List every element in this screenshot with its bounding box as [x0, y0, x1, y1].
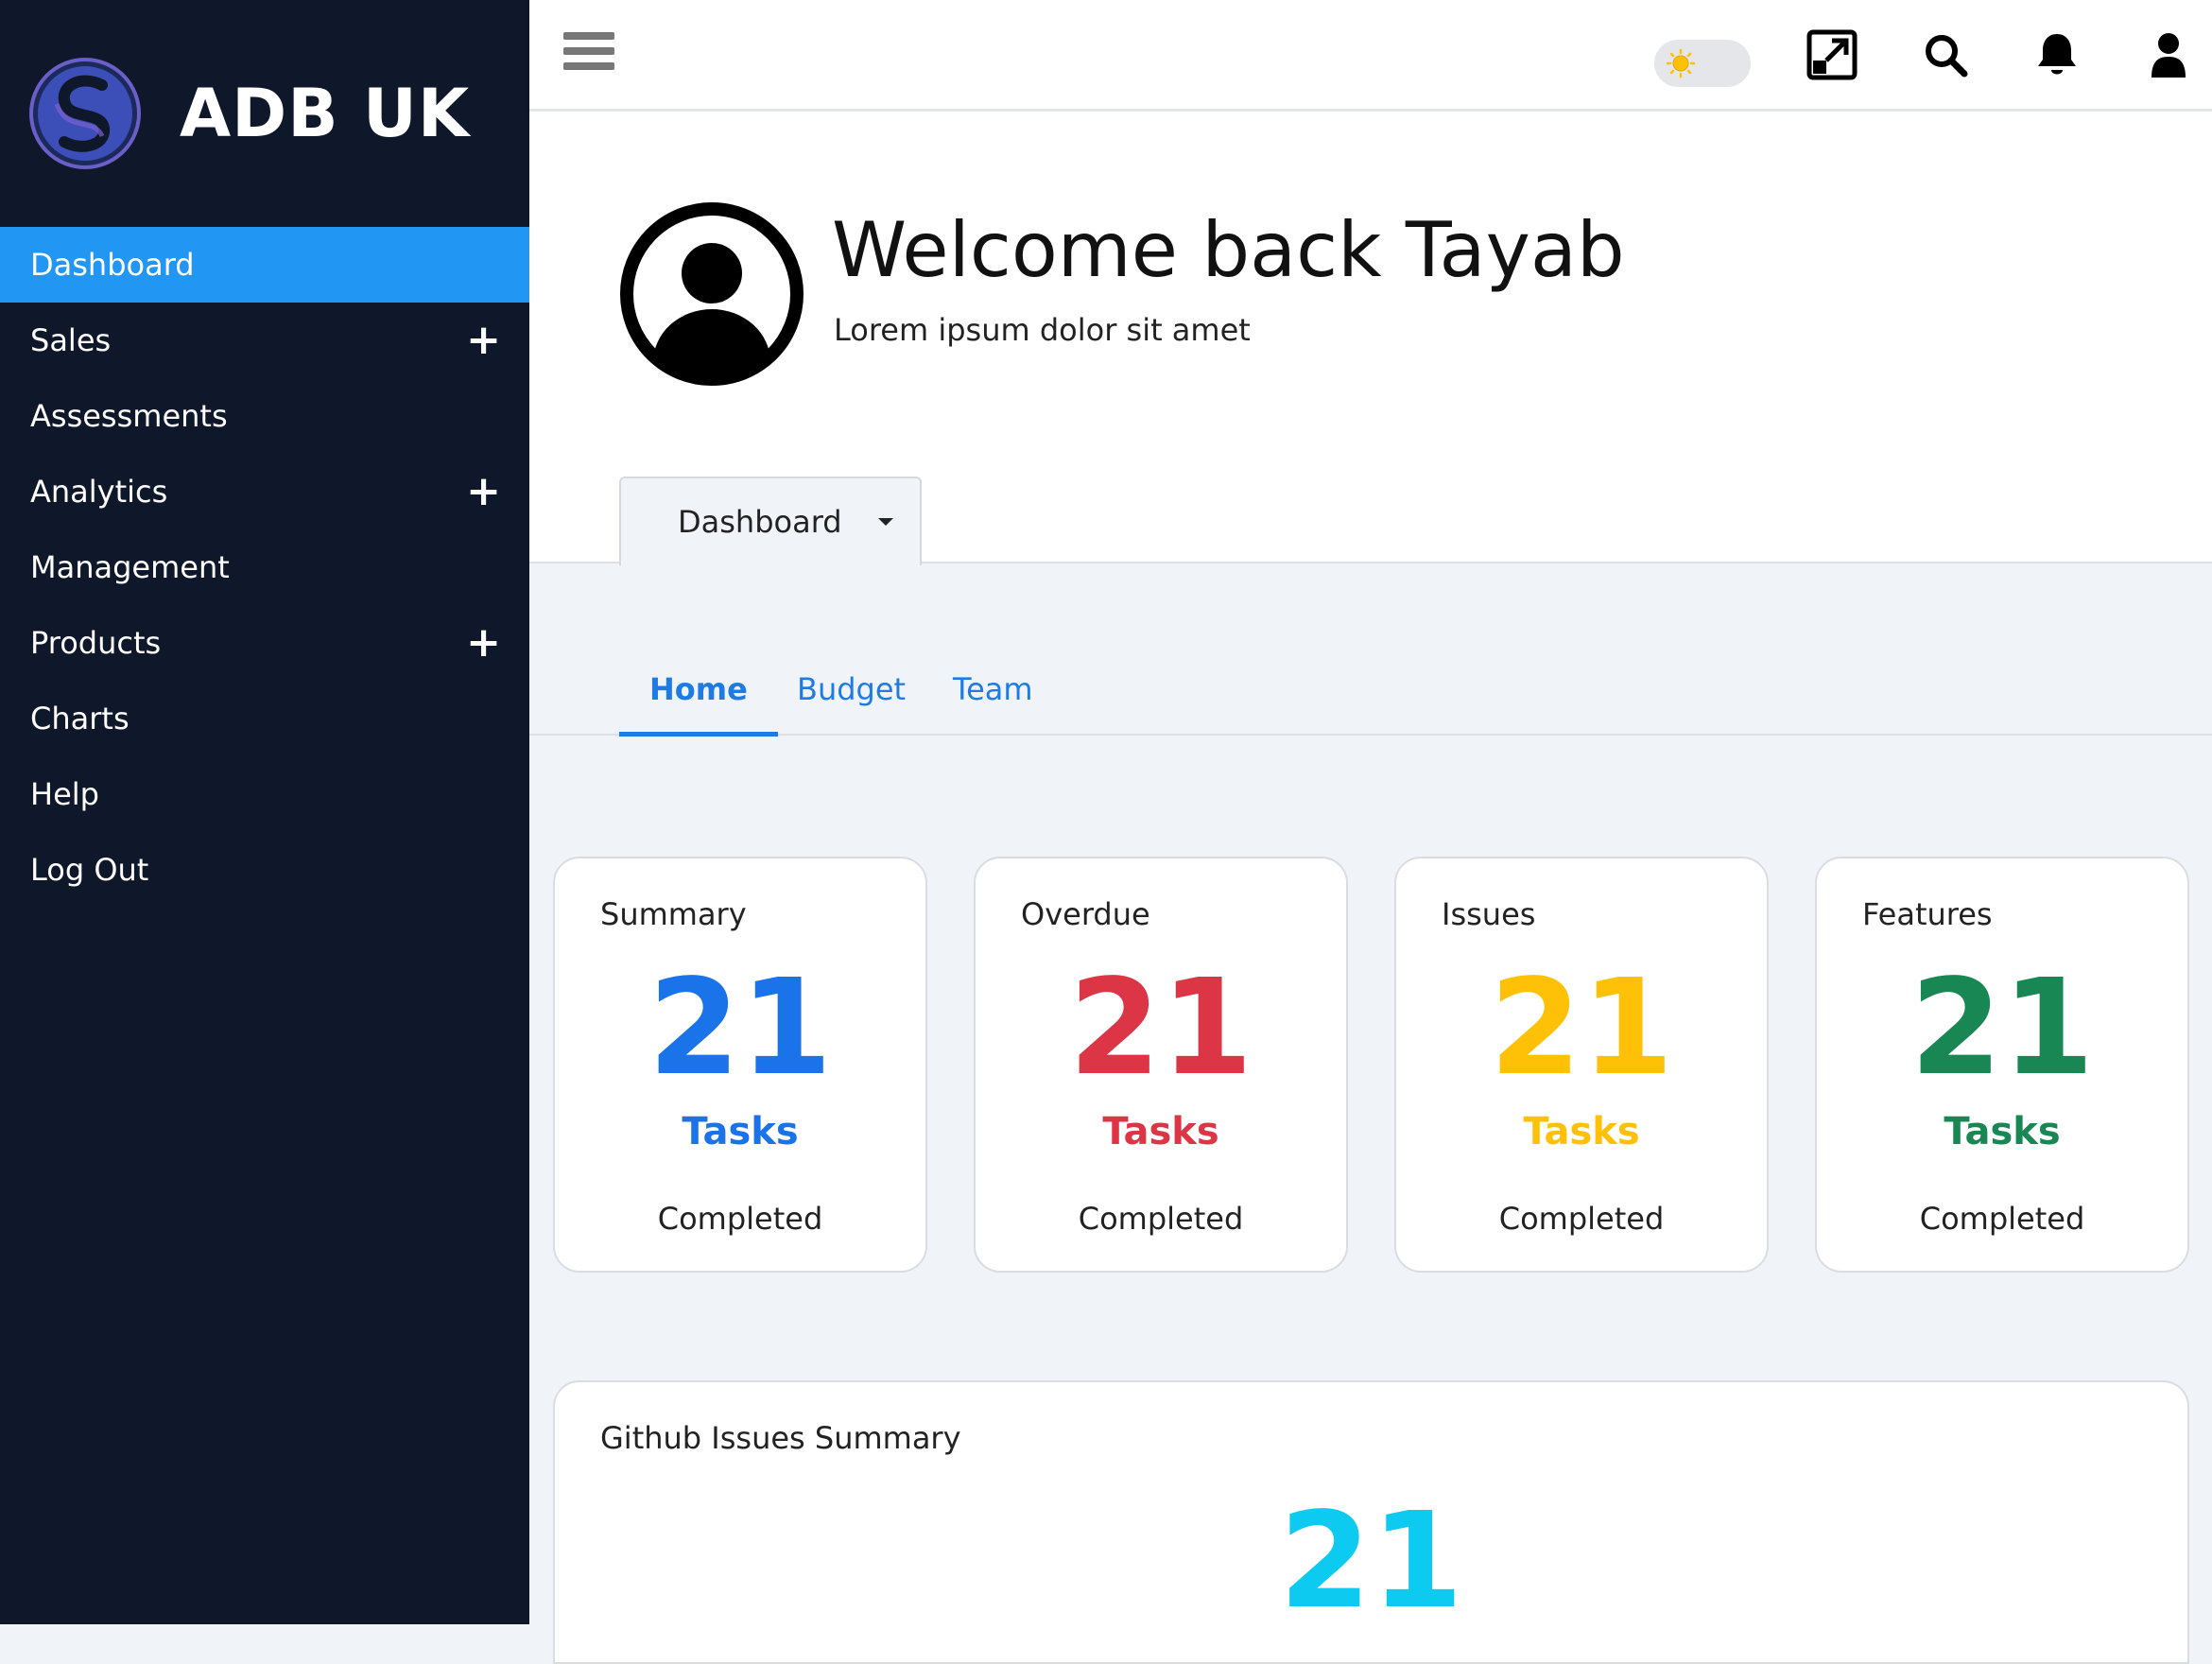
brand-name: ADB UK	[180, 75, 471, 152]
card-unit: Tasks	[1102, 1110, 1219, 1153]
sidebar-item-label: Dashboard	[30, 247, 195, 283]
user-icon[interactable]	[2142, 28, 2195, 81]
card-value: 21	[1068, 951, 1253, 1105]
issues-card: Issues 21 Tasks Completed	[1394, 857, 1769, 1273]
sidebar-item-sales[interactable]: Sales +	[0, 303, 529, 378]
search-icon[interactable]	[1919, 28, 1972, 81]
top-bar	[529, 0, 2212, 112]
summary-card: Summary 21 Tasks Completed	[553, 857, 927, 1273]
sidebar-item-log-out[interactable]: Log Out	[0, 832, 529, 908]
sidebar-item-label: Help	[30, 776, 99, 812]
brand-logo-icon	[29, 58, 141, 169]
sidebar: ADB UK Dashboard Sales + Assessments Ana…	[0, 0, 529, 1624]
github-issues-card: Github Issues Summary 21	[553, 1380, 2189, 1664]
sidebar-item-help[interactable]: Help	[0, 756, 529, 832]
theme-toggle[interactable]	[1654, 40, 1751, 87]
card-status: Completed	[1498, 1201, 1665, 1237]
card-label: Github Issues Summary	[600, 1420, 961, 1456]
expand-icon[interactable]	[1806, 28, 1858, 81]
features-card: Features 21 Tasks Completed	[1815, 857, 2189, 1273]
sidebar-item-label: Log Out	[30, 852, 149, 888]
card-unit: Tasks	[682, 1110, 799, 1153]
brand[interactable]: ADB UK	[28, 57, 470, 170]
card-value: 21	[1910, 951, 2095, 1105]
card-unit: Tasks	[1944, 1110, 2061, 1153]
card-status: Completed	[1078, 1201, 1244, 1237]
plus-icon[interactable]: +	[466, 471, 501, 512]
sidebar-item-label: Products	[30, 625, 162, 661]
tab-team[interactable]: Team	[953, 671, 1033, 732]
card-status: Completed	[657, 1201, 823, 1237]
sidebar-item-label: Sales	[30, 322, 112, 358]
plus-icon[interactable]: +	[466, 320, 501, 361]
card-value: 21	[1489, 951, 1674, 1105]
bell-icon[interactable]	[2031, 28, 2083, 81]
tab-home[interactable]: Home	[619, 671, 778, 737]
sidebar-item-products[interactable]: Products +	[0, 605, 529, 681]
tab-bar: Home Budget Team	[529, 643, 2212, 737]
sidebar-item-label: Charts	[30, 701, 130, 737]
tab-budget[interactable]: Budget	[797, 671, 906, 732]
card-label: Summary	[600, 896, 747, 932]
sidebar-nav: Dashboard Sales + Assessments Analytics …	[0, 227, 529, 908]
page-title: Welcome back Tayab	[832, 206, 1625, 294]
sidebar-item-analytics[interactable]: Analytics +	[0, 454, 529, 529]
card-label: Overdue	[1021, 896, 1150, 932]
menu-icon[interactable]	[563, 32, 614, 79]
sun-icon	[1666, 48, 1696, 78]
card-status: Completed	[1919, 1201, 2085, 1237]
dashboard-dropdown[interactable]: Dashboard	[619, 477, 922, 565]
card-label: Features	[1862, 896, 1993, 932]
sidebar-item-label: Management	[30, 549, 230, 585]
card-unit: Tasks	[1523, 1110, 1640, 1153]
card-value: 21	[648, 951, 833, 1105]
welcome-section: Welcome back Tayab Lorem ipsum dolor sit…	[529, 112, 2212, 565]
sidebar-item-assessments[interactable]: Assessments	[0, 378, 529, 454]
card-value: 21	[1279, 1484, 1463, 1638]
page-subtitle: Lorem ipsum dolor sit amet	[834, 312, 1251, 348]
sidebar-item-label: Assessments	[30, 398, 228, 434]
overdue-card: Overdue 21 Tasks Completed	[974, 857, 1348, 1273]
sidebar-item-charts[interactable]: Charts	[0, 681, 529, 756]
dashboard-dropdown-label: Dashboard	[678, 504, 842, 540]
sidebar-item-management[interactable]: Management	[0, 529, 529, 605]
plus-icon[interactable]: +	[466, 622, 501, 664]
avatar	[620, 202, 804, 386]
sidebar-item-dashboard[interactable]: Dashboard	[0, 227, 529, 303]
card-label: Issues	[1442, 896, 1536, 932]
sidebar-item-label: Analytics	[30, 474, 168, 510]
caret-down-icon	[878, 518, 893, 526]
